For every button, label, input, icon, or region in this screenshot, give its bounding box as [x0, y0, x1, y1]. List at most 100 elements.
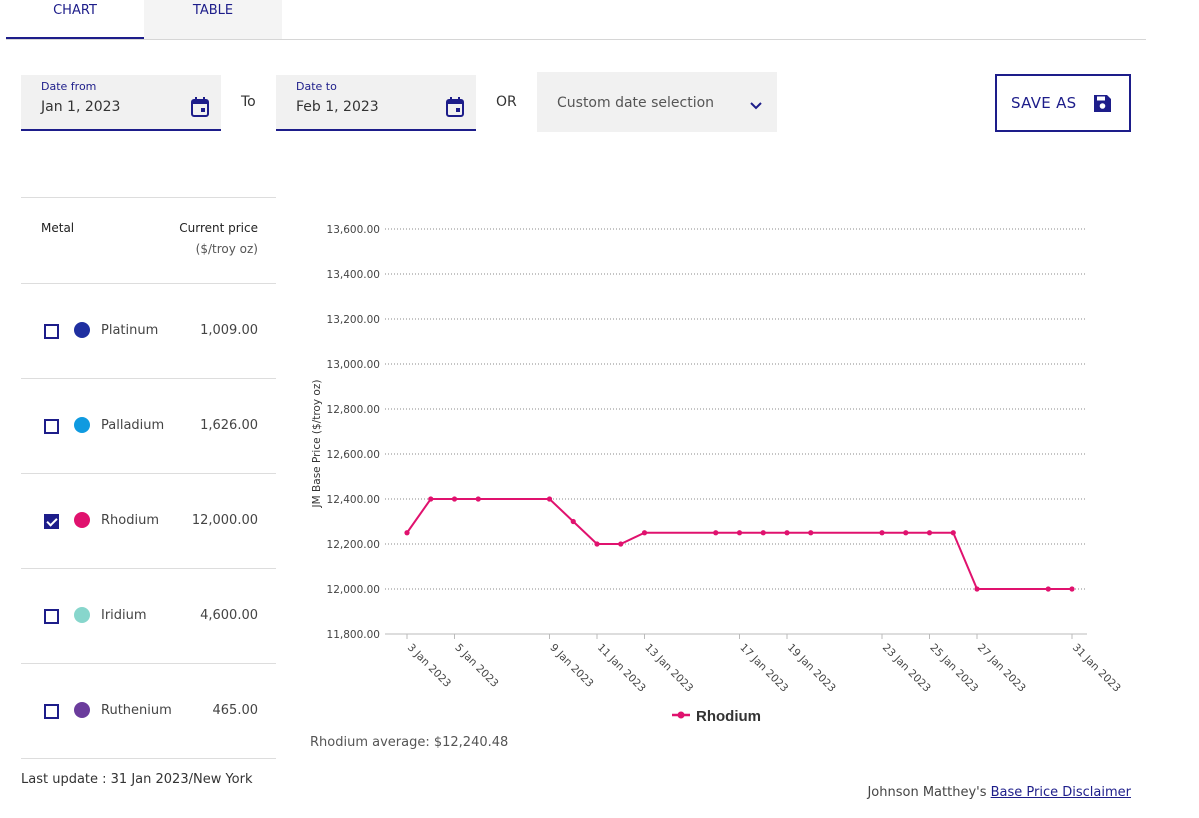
chevron-down-icon — [749, 96, 763, 115]
header-current-price: Current price — [179, 221, 258, 235]
x-tick-label: 31 Jan 2023 — [1070, 642, 1123, 695]
data-point — [594, 541, 600, 547]
tab-table[interactable]: TABLE — [144, 0, 282, 39]
platinum-checkbox[interactable] — [44, 324, 59, 339]
price-chart: 11,800.00 12,000.00 12,200.00 12,400.00 12,6… — [311, 224, 1123, 725]
header-metal: Metal — [41, 221, 75, 235]
metal-table-header: Metal Current price ($/troy oz) — [21, 198, 276, 284]
iridium-color-dot — [74, 607, 90, 623]
save-as-label: SAVE AS — [1011, 94, 1077, 112]
metal-price: 1,626.00 — [200, 418, 258, 433]
calendar-icon[interactable] — [191, 97, 209, 121]
x-tick-label: 23 Jan 2023 — [880, 642, 933, 695]
date-from-field[interactable]: Date from Jan 1, 2023 — [21, 75, 221, 131]
iridium-checkbox[interactable] — [44, 609, 59, 624]
to-label: To — [241, 94, 256, 110]
custom-date-select[interactable]: Custom date selection — [537, 72, 777, 132]
calendar-icon[interactable] — [446, 97, 464, 121]
data-point — [950, 530, 956, 536]
tab-bar: CHART TABLE — [6, 0, 1146, 40]
y-axis-label: JM Base Price ($/troy oz) — [311, 380, 323, 509]
ruthenium-color-dot — [74, 702, 90, 718]
x-tick-label: 17 Jan 2023 — [737, 642, 790, 695]
metal-name: Ruthenium — [101, 703, 172, 718]
data-point — [926, 530, 933, 536]
legend-marker — [677, 711, 685, 719]
last-update: Last update : 31 Jan 2023/New York — [21, 772, 253, 787]
data-point — [570, 518, 576, 525]
y-tick-label: 13,600.00 — [327, 224, 380, 236]
metal-name: Platinum — [101, 323, 159, 338]
x-tick-label: 5 Jan 2023 — [452, 642, 500, 690]
metal-price: 12,000.00 — [191, 513, 258, 528]
metal-name: Iridium — [101, 608, 147, 623]
metal-row-rhodium: Rhodium 12,000.00 — [21, 474, 276, 569]
data-point — [974, 586, 980, 592]
date-to-field[interactable]: Date to Feb 1, 2023 — [276, 75, 476, 131]
data-point — [760, 530, 766, 536]
metal-price: 465.00 — [212, 703, 259, 718]
x-tick-label: 27 Jan 2023 — [975, 642, 1028, 695]
data-point — [1069, 586, 1075, 592]
y-tick-label: 13,400.00 — [327, 269, 380, 281]
header-unit: ($/troy oz) — [195, 242, 258, 256]
y-tick-label: 12,800.00 — [327, 404, 380, 416]
data-point — [641, 530, 648, 536]
data-point — [546, 496, 553, 502]
floppy-disk-icon — [1093, 94, 1112, 117]
disclaimer-link[interactable]: Base Price Disclaimer — [991, 785, 1131, 800]
data-point — [879, 530, 885, 536]
y-tick-label: 13,200.00 — [327, 314, 380, 326]
data-point — [1045, 586, 1051, 592]
data-point — [451, 496, 458, 502]
rhodium-color-dot — [74, 512, 90, 528]
x-tick-label: 25 Jan 2023 — [927, 642, 980, 695]
metal-price: 1,009.00 — [200, 323, 258, 338]
metal-price: 4,600.00 — [200, 608, 258, 623]
y-tick-label: 12,600.00 — [327, 449, 380, 461]
x-tick-label: 19 Jan 2023 — [785, 642, 838, 695]
rhodium-checkbox[interactable] — [44, 514, 59, 529]
date-from-value[interactable]: Jan 1, 2023 — [41, 99, 120, 115]
tab-chart[interactable]: CHART — [6, 0, 144, 39]
x-tick-label: 9 Jan 2023 — [547, 642, 595, 690]
y-tick-label: 13,000.00 — [327, 359, 380, 371]
metal-row-palladium: Palladium 1,626.00 — [21, 379, 276, 474]
y-tick-label: 12,400.00 — [327, 494, 380, 506]
y-tick-label: 12,000.00 — [327, 584, 380, 596]
data-point — [404, 530, 410, 536]
disclaimer-prefix: Johnson Matthey's — [867, 785, 991, 800]
metal-row-iridium: Iridium 4,600.00 — [21, 569, 276, 664]
platinum-color-dot — [74, 322, 90, 338]
rhodium-average: Rhodium average: $12,240.48 — [310, 735, 509, 750]
date-to-value[interactable]: Feb 1, 2023 — [296, 99, 379, 115]
metal-row-platinum: Platinum 1,009.00 — [21, 284, 276, 379]
date-from-label: Date from — [41, 80, 97, 93]
data-point — [784, 530, 790, 536]
x-tick-label: 13 Jan 2023 — [642, 642, 695, 695]
data-point — [903, 530, 909, 536]
y-tick-label: 12,200.00 — [327, 539, 380, 551]
palladium-color-dot — [74, 417, 90, 433]
y-tick-label: 11,800.00 — [327, 629, 380, 641]
data-point — [713, 530, 719, 536]
ruthenium-checkbox[interactable] — [44, 704, 59, 719]
disclaimer: Johnson Matthey's Base Price Disclaimer — [867, 785, 1131, 800]
data-point — [808, 530, 814, 536]
save-as-button[interactable]: SAVE AS — [995, 74, 1131, 132]
metal-name: Palladium — [101, 418, 165, 433]
custom-date-select-value: Custom date selection — [557, 95, 715, 111]
metal-row-ruthenium: Ruthenium 465.00 — [21, 664, 276, 759]
metal-name: Rhodium — [101, 513, 159, 528]
legend-label: Rhodium — [696, 708, 761, 725]
x-tick-label: 3 Jan 2023 — [405, 642, 453, 690]
palladium-checkbox[interactable] — [44, 419, 59, 434]
data-point — [428, 496, 434, 502]
x-tick-label: 11 Jan 2023 — [595, 642, 648, 695]
data-point — [475, 496, 481, 502]
or-label: OR — [496, 94, 517, 110]
date-to-label: Date to — [296, 80, 337, 93]
metal-price-table: Metal Current price ($/troy oz) Platinum… — [21, 197, 276, 759]
data-point — [618, 541, 624, 547]
data-point — [736, 530, 743, 536]
